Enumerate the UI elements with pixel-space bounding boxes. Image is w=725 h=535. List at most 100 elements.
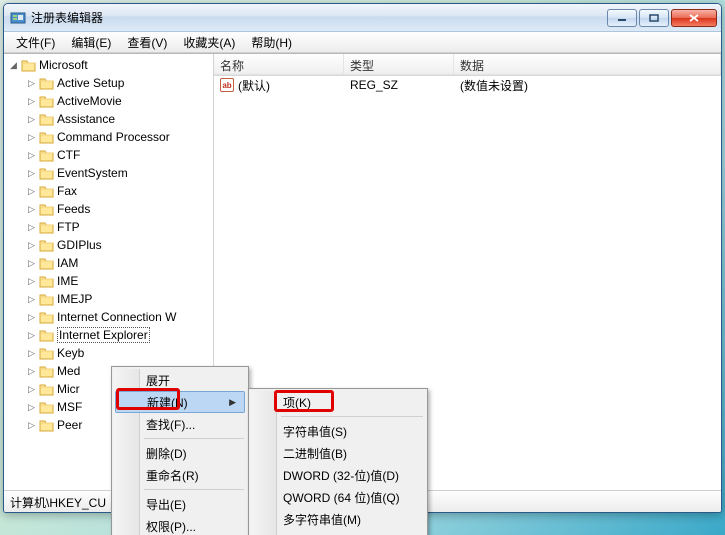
tree-node-label[interactable]: IME: [57, 274, 78, 288]
maximize-button[interactable]: [639, 9, 669, 27]
folder-icon: [39, 329, 54, 342]
folder-icon: [39, 257, 54, 270]
tree-node-label[interactable]: Fax: [57, 184, 77, 198]
folder-icon: [39, 149, 54, 162]
folder-icon: [39, 95, 54, 108]
string-value-icon: ab: [220, 78, 234, 92]
menu-file[interactable]: 文件(F): [8, 32, 63, 53]
menu-item[interactable]: 导出(E): [114, 493, 246, 515]
expander-icon[interactable]: ▷: [26, 78, 37, 89]
col-name[interactable]: 名称: [214, 54, 344, 75]
folder-icon: [39, 311, 54, 324]
menu-item[interactable]: 删除(D): [114, 442, 246, 464]
submenu-arrow-icon: ▶: [229, 397, 236, 408]
tree-node-label[interactable]: Keyb: [57, 346, 84, 360]
list-header: 名称 类型 数据: [214, 54, 721, 76]
tree-node-label[interactable]: Microsoft: [39, 58, 88, 72]
expander-icon[interactable]: ▷: [26, 294, 37, 305]
value-name: (默认): [238, 77, 270, 94]
menu-item[interactable]: 字符串值(S): [251, 420, 425, 442]
menu-edit[interactable]: 编辑(E): [63, 32, 119, 53]
expander-icon[interactable]: ▷: [26, 96, 37, 107]
folder-icon: [39, 419, 54, 432]
menu-item[interactable]: DWORD (32-位)值(D): [251, 464, 425, 486]
tree-node-label[interactable]: Feeds: [57, 202, 90, 216]
folder-icon: [39, 239, 54, 252]
folder-icon: [39, 383, 54, 396]
tree-node-label[interactable]: GDIPlus: [57, 238, 102, 252]
menu-item[interactable]: QWORD (64 位)值(Q): [251, 486, 425, 508]
menu-item[interactable]: 多字符串值(M): [251, 508, 425, 530]
menu-item[interactable]: 项(K): [251, 391, 425, 413]
menubar: 文件(F) 编辑(E) 查看(V) 收藏夹(A) 帮助(H): [4, 32, 721, 53]
expander-icon[interactable]: ▷: [26, 366, 37, 377]
close-button[interactable]: [671, 9, 717, 27]
folder-icon: [39, 77, 54, 90]
tree-node-label[interactable]: Internet Explorer: [57, 327, 150, 343]
folder-icon: [39, 113, 54, 126]
folder-icon: [39, 401, 54, 414]
minimize-button[interactable]: [607, 9, 637, 27]
menu-item[interactable]: 权限(P)...: [114, 515, 246, 535]
menu-item[interactable]: 展开: [114, 369, 246, 391]
expander-icon[interactable]: ▷: [26, 204, 37, 215]
col-data[interactable]: 数据: [454, 54, 721, 75]
tree-node-label[interactable]: IMEJP: [57, 292, 92, 306]
expander-icon[interactable]: ▷: [26, 150, 37, 161]
status-path: 计算机\HKEY_CU: [10, 496, 106, 510]
tree-node-label[interactable]: FTP: [57, 220, 80, 234]
menu-item[interactable]: 查找(F)...: [114, 413, 246, 435]
tree-node-label[interactable]: Active Setup: [57, 76, 124, 90]
expander-icon[interactable]: ▷: [26, 420, 37, 431]
value-type: REG_SZ: [350, 78, 398, 92]
menu-item[interactable]: 重命名(R): [114, 464, 246, 486]
menu-item[interactable]: 可扩充字符串值(E): [251, 530, 425, 535]
menu-item[interactable]: 新建(N)▶: [115, 391, 245, 413]
expander-icon[interactable]: ▷: [26, 276, 37, 287]
tree-node-label[interactable]: ActiveMovie: [57, 94, 122, 108]
expander-icon[interactable]: ▷: [26, 348, 37, 359]
expander-icon[interactable]: ▷: [26, 186, 37, 197]
expander-icon[interactable]: ▷: [26, 132, 37, 143]
folder-icon: [39, 365, 54, 378]
tree-node-label[interactable]: Assistance: [57, 112, 115, 126]
expander-icon[interactable]: ▷: [26, 114, 37, 125]
expander-icon[interactable]: ◢: [8, 60, 19, 71]
expander-icon[interactable]: ▷: [26, 258, 37, 269]
menu-view[interactable]: 查看(V): [119, 32, 175, 53]
tree-node-label[interactable]: CTF: [57, 148, 80, 162]
expander-icon[interactable]: ▷: [26, 330, 37, 341]
window-title: 注册表编辑器: [31, 9, 607, 26]
titlebar[interactable]: 注册表编辑器: [4, 4, 721, 32]
tree-node-label[interactable]: MSF: [57, 400, 82, 414]
expander-icon[interactable]: ▷: [26, 312, 37, 323]
folder-icon: [39, 347, 54, 360]
folder-icon: [39, 203, 54, 216]
value-data: (数值未设置): [460, 77, 528, 94]
expander-icon[interactable]: ▷: [26, 222, 37, 233]
menu-favorites[interactable]: 收藏夹(A): [175, 32, 243, 53]
tree-node-label[interactable]: Command Processor: [57, 130, 170, 144]
menu-help[interactable]: 帮助(H): [243, 32, 300, 53]
tree-node-label[interactable]: Internet Connection W: [57, 310, 176, 324]
expander-icon[interactable]: ▷: [26, 240, 37, 251]
app-icon: [10, 10, 26, 26]
expander-icon[interactable]: ▷: [26, 168, 37, 179]
folder-icon: [39, 293, 54, 306]
context-submenu-new: 项(K) 字符串值(S)二进制值(B)DWORD (32-位)值(D)QWORD …: [248, 388, 428, 535]
tree-node-label[interactable]: Peer: [57, 418, 82, 432]
expander-icon[interactable]: ▷: [26, 402, 37, 413]
window-buttons: [607, 9, 717, 27]
folder-icon: [39, 185, 54, 198]
list-row[interactable]: ab (默认) REG_SZ (数值未设置): [214, 76, 721, 94]
tree-node-label[interactable]: IAM: [57, 256, 78, 270]
expander-icon[interactable]: ▷: [26, 384, 37, 395]
tree-node-label[interactable]: Micr: [57, 382, 80, 396]
folder-icon: [39, 131, 54, 144]
folder-icon: [39, 275, 54, 288]
folder-icon: [39, 167, 54, 180]
tree-node-label[interactable]: Med: [57, 364, 80, 378]
tree-node-label[interactable]: EventSystem: [57, 166, 128, 180]
col-type[interactable]: 类型: [344, 54, 454, 75]
menu-item[interactable]: 二进制值(B): [251, 442, 425, 464]
